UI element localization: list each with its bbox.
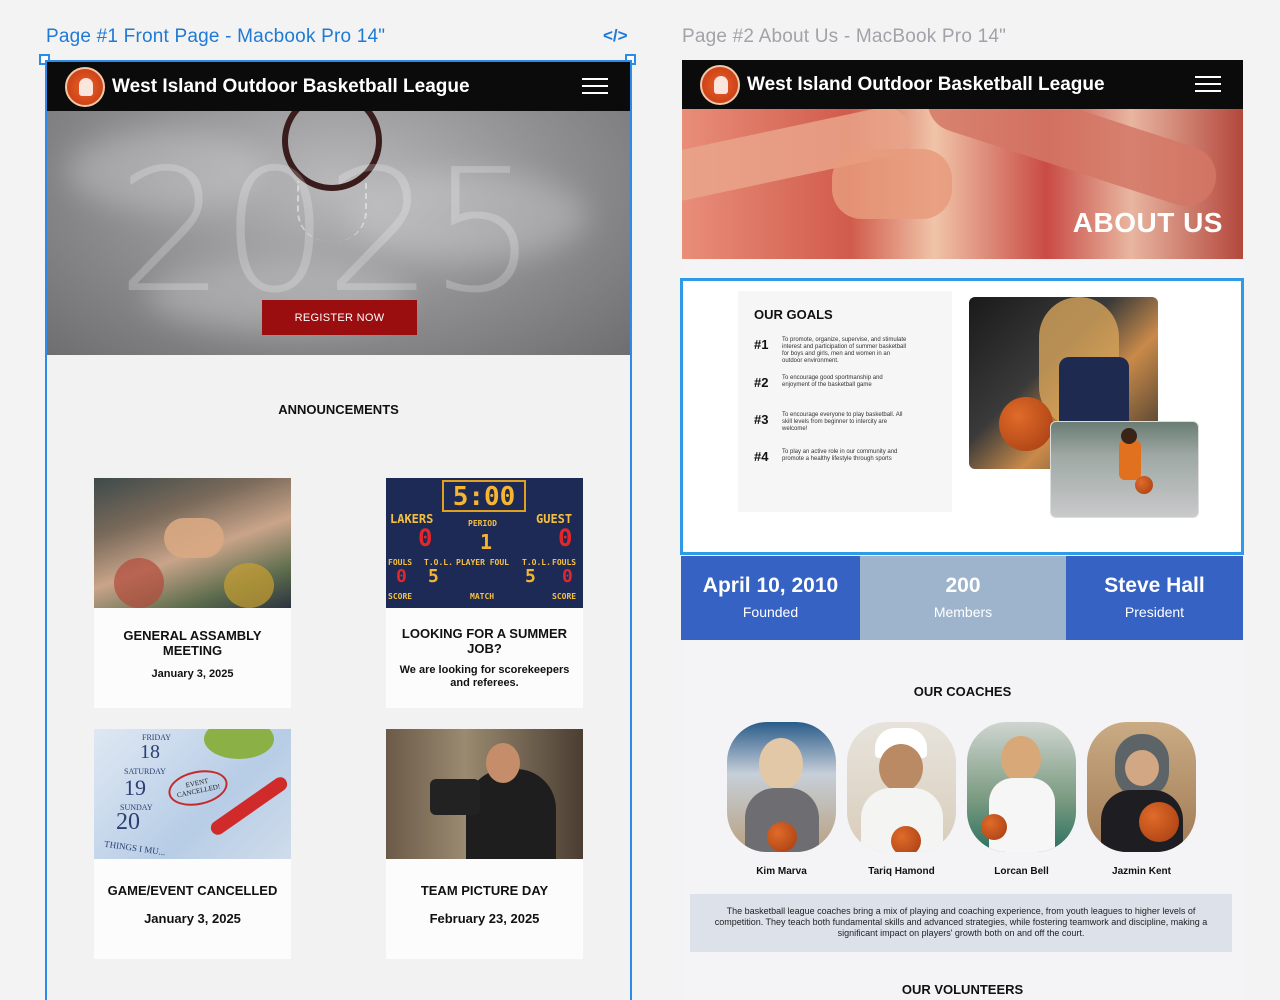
- card-title: GENERAL ASSAMBLY MEETING: [123, 628, 262, 658]
- card-title: TEAM PICTURE DAY: [420, 883, 549, 898]
- brand-name: West Island Outdoor Basketball League: [747, 73, 1105, 95]
- coach-photo: [727, 722, 836, 852]
- about-page-frame[interactable]: West Island Outdoor Basketball League AB…: [680, 60, 1244, 1000]
- scoreboard-home-fouls: 0: [396, 566, 407, 587]
- kid-dribbling-image: [1050, 421, 1199, 518]
- stat-founded: April 10, 2010 Founded: [681, 556, 860, 640]
- navbar: West Island Outdoor Basketball League: [682, 60, 1243, 109]
- scoreboard-guest-tol: 5: [525, 566, 536, 587]
- coach-card[interactable]: Jazmin Kent: [1087, 722, 1196, 877]
- goal-item: #1 To promote, organize, supervise, and s…: [754, 337, 907, 364]
- coach-photo: [967, 722, 1076, 852]
- card-date: February 23, 2025: [429, 911, 540, 926]
- scoreboard-period: 1: [480, 530, 493, 554]
- coach-card[interactable]: Tariq Hamond: [847, 722, 956, 877]
- hero-banner: 2025 REGISTER NOW: [47, 111, 630, 355]
- brand-name: West Island Outdoor Basketball League: [112, 75, 470, 97]
- scoreboard-guest-score: 0: [558, 524, 573, 552]
- scoreboard-home-score: 0: [418, 524, 433, 552]
- calendar-note: EVENT CANCELLED!: [165, 765, 231, 811]
- calendar-20: 20: [116, 809, 140, 835]
- frame1-label[interactable]: Page #1 Front Page - Macbook Pro 14": [46, 26, 385, 48]
- calendar-image: FRIDAY 18 SATURDAY 19 SUNDAY 20 EVENT CA…: [94, 729, 291, 859]
- card-date: January 3, 2025: [144, 911, 241, 926]
- code-icon[interactable]: </>: [603, 26, 628, 46]
- calendar-19: 19: [124, 775, 146, 800]
- hamburger-menu-icon[interactable]: [1195, 76, 1221, 94]
- about-title: ABOUT US: [1072, 207, 1223, 238]
- coach-photo: [847, 722, 956, 852]
- calendar-18: 18: [140, 741, 160, 763]
- scoreboard-player-foul-label: PLAYER FOUL: [456, 558, 509, 567]
- announcement-card-cancelled[interactable]: FRIDAY 18 SATURDAY 19 SUNDAY 20 EVENT CA…: [94, 729, 291, 959]
- team-hands-image: [94, 478, 291, 608]
- announcements-heading: ANNOUNCEMENTS: [278, 402, 399, 417]
- photographer-image: [386, 729, 583, 859]
- card-title: LOOKING FOR A SUMMER JOB?: [401, 626, 568, 656]
- goals-title: OUR GOALS: [754, 307, 833, 322]
- scoreboard-score-guest-label: SCORE: [552, 592, 577, 601]
- frame2-label[interactable]: Page #2 About Us - MacBook Pro 14": [682, 26, 1006, 48]
- front-page-frame[interactable]: West Island Outdoor Basketball League 20…: [45, 60, 632, 1000]
- scoreboard-score-home-label: SCORE: [388, 592, 413, 601]
- scoreboard-image: 5:00 LAKERS GUEST PERIOD 0 1 0 FOULS T.O…: [386, 478, 583, 608]
- goals-card: OUR GOALS #1 To promote, organize, superv…: [738, 291, 952, 512]
- coach-card[interactable]: Lorcan Bell: [967, 722, 1076, 877]
- goal-item: #3 To encourage everyone to play basketba…: [754, 412, 903, 432]
- navbar: West Island Outdoor Basketball League: [47, 62, 630, 111]
- scoreboard-clock: 5:00: [442, 480, 526, 512]
- card-title: GAME/EVENT CANCELLED: [107, 883, 278, 898]
- stat-members: 200 Members: [860, 556, 1066, 640]
- grapes-image: [204, 729, 274, 759]
- card-text: We are looking for scorekeepers and refe…: [399, 664, 570, 689]
- announcement-card-picture-day[interactable]: TEAM PICTURE DAY February 23, 2025: [386, 729, 583, 959]
- about-hero-banner: ABOUT US: [682, 109, 1243, 259]
- scoreboard-guest-fouls: 0: [562, 566, 573, 587]
- goal-item: #2 To encourage good sportmanship and enj…: [754, 375, 883, 390]
- goal-item: #4 To play an active role in our communit…: [754, 449, 898, 464]
- card-date: January 3, 2025: [151, 668, 234, 680]
- stat-president: Steve Hall President: [1066, 556, 1243, 640]
- coach-photo: [1087, 722, 1196, 852]
- announcement-card-summer-job[interactable]: 5:00 LAKERS GUEST PERIOD 0 1 0 FOULS T.O…: [386, 478, 583, 708]
- coaches-title: OUR COACHES: [913, 684, 1012, 699]
- league-logo[interactable]: [700, 64, 740, 105]
- hamburger-menu-icon[interactable]: [582, 78, 608, 96]
- goals-section[interactable]: OUR GOALS #1 To promote, organize, superv…: [680, 278, 1244, 555]
- coaches-description: The basketball league coaches bring a mi…: [690, 894, 1232, 952]
- calendar-footer: THINGS I MU...: [103, 838, 167, 858]
- register-now-button[interactable]: REGISTER NOW: [262, 300, 417, 335]
- scoreboard-home-tol: 5: [428, 566, 439, 587]
- scoreboard-period-label: PERIOD: [468, 519, 497, 528]
- scoreboard-match-label: MATCH: [470, 592, 495, 601]
- coach-card[interactable]: Kim Marva: [727, 722, 836, 877]
- announcement-card-assembly[interactable]: GENERAL ASSAMBLY MEETING January 3, 2025: [94, 478, 291, 708]
- league-logo[interactable]: [65, 66, 105, 107]
